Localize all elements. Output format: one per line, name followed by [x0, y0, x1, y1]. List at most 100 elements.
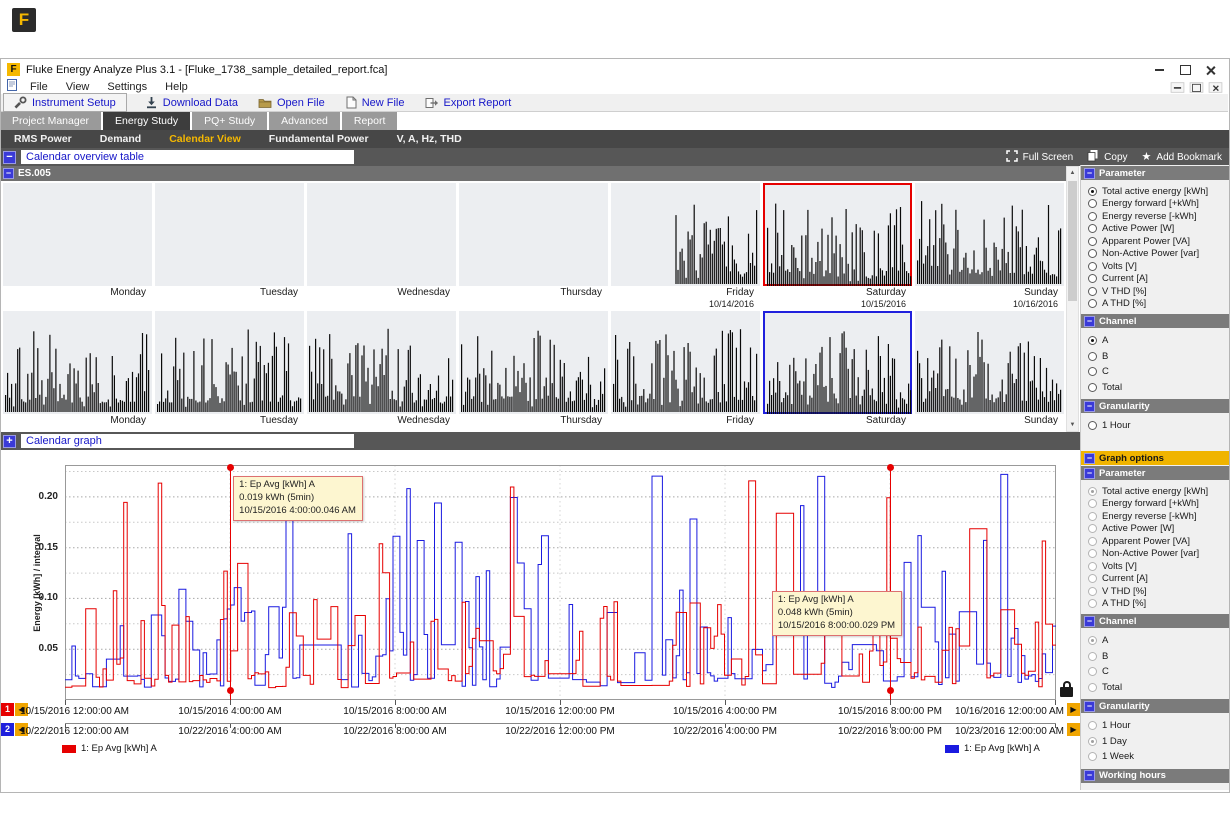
collapse-button[interactable]: −: [1084, 616, 1095, 627]
calendar-scrollbar[interactable]: ▲ ▼: [1066, 166, 1079, 432]
instrument-setup-button[interactable]: Instrument Setup: [3, 93, 127, 112]
open-file-button[interactable]: Open File: [248, 94, 335, 111]
radio-volts-v[interactable]: Volts [V]: [1088, 260, 1230, 273]
day-chart-saturday[interactable]: [763, 311, 912, 414]
radio-a-thd[interactable]: A THD [%]: [1088, 298, 1230, 311]
subtab-calendar-view[interactable]: Calendar View: [155, 130, 255, 148]
subtab-fundamental-power[interactable]: Fundamental Power: [255, 130, 383, 148]
menu-file[interactable]: File: [21, 81, 57, 93]
day-chart-wednesday[interactable]: [307, 311, 456, 414]
overview-section-title[interactable]: Calendar overview table: [21, 150, 354, 164]
radio-active-power-w[interactable]: Active Power [W]: [1088, 223, 1230, 236]
day-chart-sunday[interactable]: [915, 311, 1064, 414]
collapse-button[interactable]: −: [1084, 468, 1095, 479]
radio-energy-reverse-kwh[interactable]: Energy reverse [-kWh]: [1088, 210, 1230, 223]
granularity-header[interactable]: − Granularity: [1081, 399, 1230, 413]
collapse-button[interactable]: −: [1084, 168, 1095, 179]
pan-right-icon[interactable]: ▶: [1067, 723, 1080, 736]
calendar-cell-friday[interactable]: Friday: [611, 311, 760, 426]
mdi-close-button[interactable]: [1209, 82, 1223, 92]
calendar-cell-wednesday[interactable]: Wednesday: [307, 183, 456, 311]
radio-b[interactable]: B: [1088, 349, 1230, 365]
graph-cursor[interactable]: [890, 465, 891, 700]
day-chart-thursday[interactable]: [459, 183, 608, 286]
restore-button[interactable]: [1172, 62, 1198, 78]
subtab-demand[interactable]: Demand: [86, 130, 155, 148]
calendar-cell-friday[interactable]: Friday10/14/2016: [611, 183, 760, 311]
graph-section-title[interactable]: Calendar graph: [21, 434, 354, 448]
calendar-cell-thursday[interactable]: Thursday: [459, 311, 608, 426]
calendar-cell-tuesday[interactable]: Tuesday: [155, 183, 304, 311]
calendar-cell-sunday[interactable]: Sunday10/16/2016: [915, 183, 1064, 311]
menu-help[interactable]: Help: [156, 81, 197, 93]
calendar-cell-thursday[interactable]: Thursday: [459, 183, 608, 311]
tab-project-manager[interactable]: Project Manager: [0, 112, 101, 130]
download-data-button[interactable]: Download Data: [135, 94, 248, 111]
day-chart-tuesday[interactable]: [155, 183, 304, 286]
collapse-button[interactable]: −: [1084, 770, 1095, 781]
radio-c[interactable]: C: [1088, 364, 1230, 380]
day-chart-tuesday[interactable]: [155, 311, 304, 414]
cursor-handle[interactable]: [227, 687, 234, 694]
calendar-cell-monday[interactable]: Monday: [3, 311, 152, 426]
expand-button[interactable]: +: [3, 435, 16, 448]
calendar-cell-monday[interactable]: Monday: [3, 183, 152, 311]
day-chart-monday[interactable]: [3, 311, 152, 414]
collapse-button[interactable]: −: [1084, 701, 1095, 712]
calendar-cell-saturday[interactable]: Saturday10/15/2016: [763, 183, 912, 311]
lock-icon[interactable]: [1060, 687, 1073, 697]
full-screen-button[interactable]: Full Screen: [1006, 150, 1074, 165]
graph-plot-area[interactable]: [65, 465, 1056, 701]
day-chart-thursday[interactable]: [459, 311, 608, 414]
day-chart-sunday[interactable]: [915, 183, 1064, 286]
subtab-rms-power[interactable]: RMS Power: [0, 130, 86, 148]
day-chart-monday[interactable]: [3, 183, 152, 286]
new-file-button[interactable]: New File: [335, 94, 415, 111]
close-button[interactable]: [1198, 62, 1224, 78]
channel-header[interactable]: − Channel: [1081, 614, 1230, 628]
add-bookmark-button[interactable]: ★Add Bookmark: [1142, 152, 1222, 163]
radio-a[interactable]: A: [1088, 333, 1230, 349]
graph-options-header[interactable]: − Graph options: [1081, 451, 1230, 465]
collapse-button[interactable]: −: [1084, 401, 1095, 412]
radio-v-thd[interactable]: V THD [%]: [1088, 285, 1230, 298]
calendar-cell-wednesday[interactable]: Wednesday: [307, 311, 456, 426]
radio-non-active-power-var[interactable]: Non-Active Power [var]: [1088, 248, 1230, 261]
mdi-minimize-button[interactable]: [1171, 82, 1185, 92]
parameter-header[interactable]: − Parameter: [1081, 166, 1230, 180]
calendar-cell-tuesday[interactable]: Tuesday: [155, 311, 304, 426]
working-hours-header[interactable]: − Working hours: [1081, 769, 1230, 783]
tab-advanced[interactable]: Advanced: [269, 112, 340, 130]
collapse-button[interactable]: −: [1084, 316, 1095, 327]
collapse-button[interactable]: −: [3, 168, 14, 179]
day-chart-wednesday[interactable]: [307, 183, 456, 286]
calendar-cell-sunday[interactable]: Sunday: [915, 311, 1064, 426]
collapse-button[interactable]: −: [3, 151, 16, 164]
granularity-header[interactable]: − Granularity: [1081, 699, 1230, 713]
tab-report[interactable]: Report: [342, 112, 398, 130]
channel-header[interactable]: − Channel: [1081, 314, 1230, 328]
radio-apparent-power-va[interactable]: Apparent Power [VA]: [1088, 235, 1230, 248]
calendar-cell-saturday[interactable]: Saturday: [763, 311, 912, 426]
minimize-button[interactable]: [1146, 62, 1172, 78]
graph-cursor[interactable]: [230, 465, 231, 700]
radio-total[interactable]: Total: [1088, 380, 1230, 396]
day-chart-friday[interactable]: [611, 311, 760, 414]
parameter-header[interactable]: − Parameter: [1081, 466, 1230, 480]
tab-pq-study[interactable]: PQ+ Study: [192, 112, 267, 130]
radio-total-active-energy-kwh[interactable]: Total active energy [kWh]: [1088, 185, 1230, 198]
export-report-button[interactable]: Export Report: [415, 94, 522, 111]
radio-current-a[interactable]: Current [A]: [1088, 273, 1230, 286]
cursor-handle[interactable]: [227, 464, 234, 471]
radio-1-hour[interactable]: 1 Hour: [1088, 418, 1230, 432]
copy-button[interactable]: Copy: [1087, 149, 1127, 165]
tab-energy-study[interactable]: Energy Study: [103, 112, 190, 130]
scroll-down-icon[interactable]: ▼: [1067, 419, 1078, 431]
pan-right-icon[interactable]: ▶: [1067, 703, 1080, 716]
day-chart-saturday[interactable]: [763, 183, 912, 286]
scrollbar-thumb[interactable]: [1068, 181, 1077, 301]
menu-settings[interactable]: Settings: [98, 81, 156, 93]
mdi-restore-button[interactable]: [1190, 82, 1204, 92]
day-chart-friday[interactable]: [611, 183, 760, 286]
scroll-up-icon[interactable]: ▲: [1067, 167, 1078, 179]
